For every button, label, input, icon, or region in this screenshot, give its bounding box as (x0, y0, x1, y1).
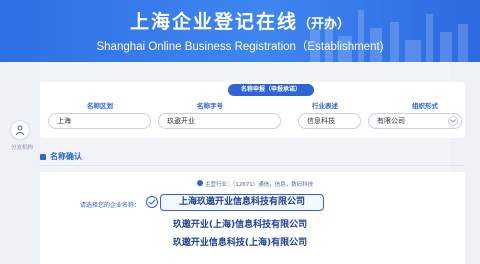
name-option[interactable]: 玖遨开业(上海)信息科技有限公司 (150, 218, 330, 232)
section-title: 名称确认 (50, 152, 82, 161)
branch-office-label: 分支机构 (10, 145, 33, 151)
name-option-selected[interactable]: 上海玖遨开业信息科技有限公司 (160, 194, 324, 211)
region-field[interactable]: 上海 (48, 113, 151, 129)
page-title-main: 上海企业登记在线 (129, 11, 298, 33)
org-form-value: 有限公司 (377, 117, 405, 125)
choose-name-label: 请选择您的企业名称： (80, 202, 141, 209)
col-label-trade-name: 名称字号 (197, 102, 223, 110)
section-marker-icon (40, 154, 46, 160)
col-label-org-form: 组织形式 (412, 102, 438, 110)
page-title: 上海企业登记在线（开办） (0, 7, 480, 34)
page-title-suffix: （开办） (298, 17, 351, 32)
col-label-region: 名称区划 (87, 102, 113, 110)
header-banner: 上海企业登记在线（开办） Shanghai Online Business Re… (0, 0, 480, 62)
section-divider (40, 165, 465, 166)
name-apply-pill: 名称申报（申报承诺） (228, 84, 314, 96)
industry-field[interactable]: 信息科技 (298, 113, 361, 129)
left-decoration (0, 62, 40, 264)
name-option[interactable]: 玖遨开业信息科技(上海)有限公司 (150, 236, 330, 250)
branch-office-icon (15, 125, 25, 136)
col-label-industry: 行业表述 (312, 102, 338, 110)
page-subtitle: Shanghai Online Business Registration（Es… (96, 41, 384, 53)
org-form-select[interactable]: 有限公司 (368, 113, 462, 129)
chevron-down-icon[interactable] (448, 116, 458, 126)
selected-check-icon[interactable] (146, 196, 158, 208)
branch-office-button[interactable] (10, 120, 30, 140)
info-icon (197, 180, 203, 186)
trade-name-field[interactable]: 玖遨开业 (158, 113, 281, 129)
industry-info-text: 主营行业：（12671）通信，信息，数码科技 (205, 182, 314, 188)
